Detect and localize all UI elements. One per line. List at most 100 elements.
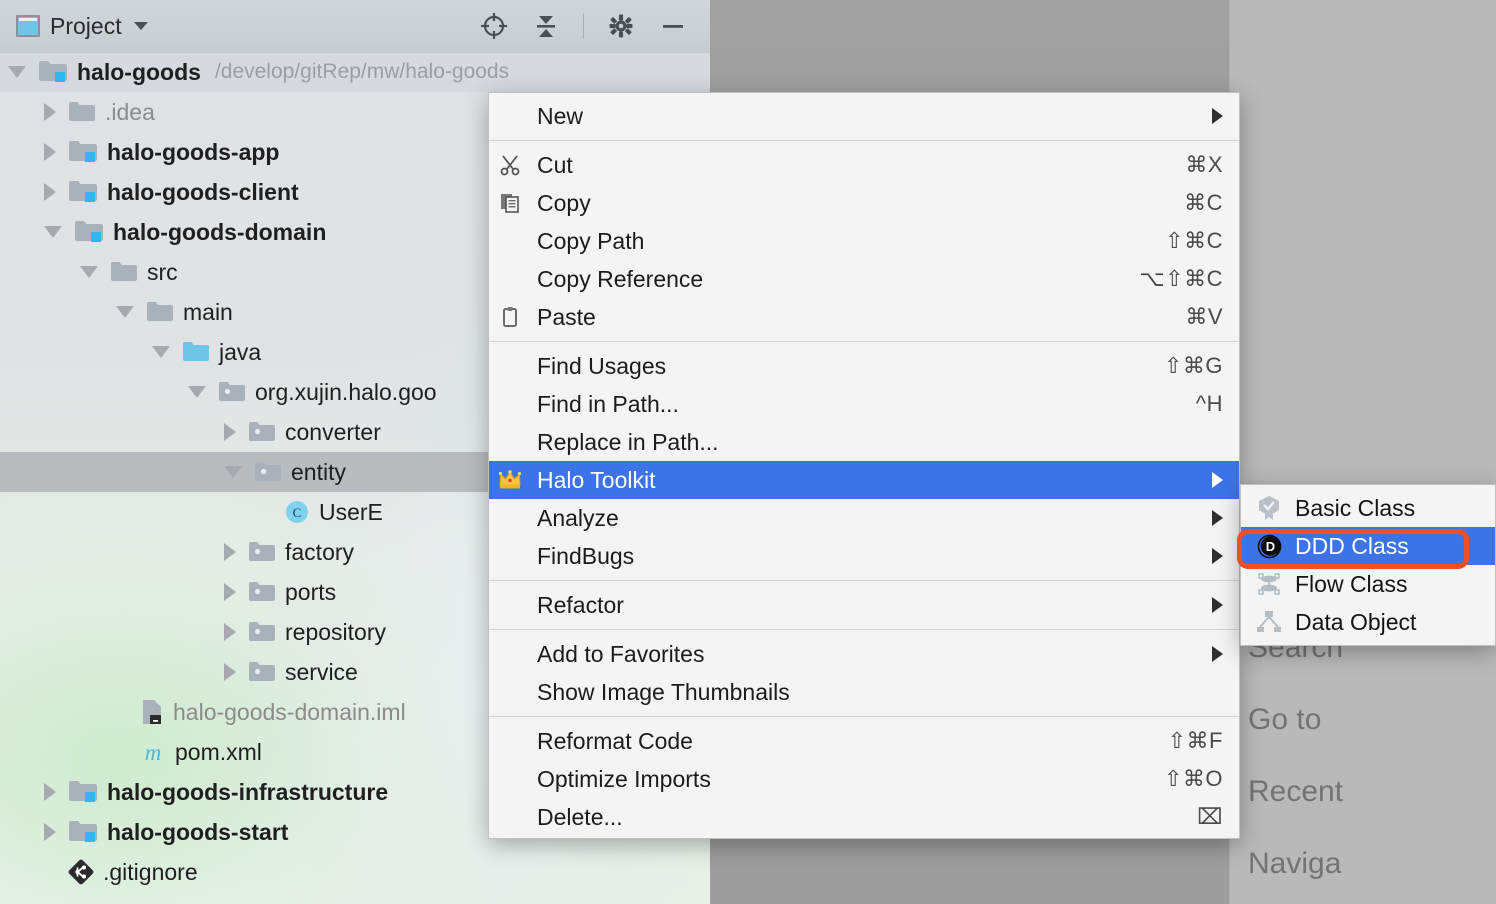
halo-toolkit-submenu[interactable]: Basic Class D DDD Class Flow Class Data Obje… [1240, 484, 1496, 646]
background-popup-row-navigate: Naviga [1230, 828, 1496, 900]
menu-item-label: Analyze [537, 504, 619, 531]
background-popup-label: Naviga [1248, 847, 1342, 880]
crown-icon [497, 469, 523, 491]
menu-item-shortcut: ⇧⌘O [1163, 766, 1223, 791]
submenu-arrow-icon [1212, 646, 1223, 662]
menu-item-label: Replace in Path... [537, 428, 719, 455]
tree-arrow-placeholder [44, 872, 56, 873]
menu-item-label: Halo Toolkit [537, 466, 656, 493]
tool-window-title-group[interactable]: Project [0, 13, 148, 40]
menu-item-label: Optimize Imports [537, 765, 711, 792]
tree-collapse-arrow-icon[interactable] [116, 306, 134, 318]
submenu-item-data-object[interactable]: Data Object [1241, 603, 1495, 641]
menu-item-replace-in-path[interactable]: Replace in Path... [489, 423, 1239, 461]
menu-item-shortcut: ⇧⌘F [1167, 728, 1223, 753]
tree-row[interactable]: halo-goods/develop/gitRep/mw/halo-goods [0, 52, 710, 92]
submenu-arrow-icon [1212, 597, 1223, 613]
tree-collapse-arrow-icon[interactable] [224, 466, 242, 478]
submenu-item-ddd-class[interactable]: D DDD Class [1241, 527, 1495, 565]
ddd-class-icon: D [1256, 533, 1282, 559]
chevron-down-icon[interactable] [133, 22, 148, 30]
svg-text:m: m [145, 740, 162, 765]
tree-expand-arrow-icon[interactable] [224, 663, 236, 681]
java-class-icon: C [284, 499, 310, 525]
tool-window-actions [479, 11, 710, 41]
background-popup-label: Recent [1248, 775, 1344, 808]
gear-icon[interactable] [606, 11, 636, 41]
menu-item-copy[interactable]: Copy ⌘C [489, 184, 1239, 222]
submenu-arrow-icon [1212, 548, 1223, 564]
menu-item-copy-reference[interactable]: Copy Reference ⌥⇧⌘C [489, 260, 1239, 298]
menu-separator [489, 140, 1239, 141]
tree-expand-arrow-icon[interactable] [44, 103, 56, 121]
menu-item-shortcut: ⌥⇧⌘C [1139, 266, 1223, 291]
tree-collapse-arrow-icon[interactable] [152, 346, 170, 358]
basic-class-icon [1255, 495, 1283, 521]
submenu-item-basic-class[interactable]: Basic Class [1241, 489, 1495, 527]
tree-row-label: halo-goods-infrastructure [107, 778, 389, 805]
tree-expand-arrow-icon[interactable] [224, 583, 236, 601]
scissors-icon [497, 154, 523, 176]
tree-row-label: halo-goods-domain.iml [173, 698, 406, 725]
data-object-icon [1255, 610, 1283, 634]
menu-item-label: Cut [537, 151, 573, 178]
collapse-all-icon[interactable] [531, 11, 561, 41]
clipboard-icon [497, 306, 523, 328]
menu-item-cut[interactable]: Cut ⌘X [489, 146, 1239, 184]
menu-item-analyze[interactable]: Analyze [489, 499, 1239, 537]
tree-row-label: UserE [319, 498, 383, 525]
tree-row[interactable]: .gitignore [0, 852, 710, 892]
tree-expand-arrow-icon[interactable] [224, 423, 236, 441]
submenu-item-flow-class[interactable]: Flow Class [1241, 565, 1495, 603]
tree-expand-arrow-icon[interactable] [44, 823, 56, 841]
tree-row-label: repository [285, 618, 386, 645]
package-icon [248, 540, 276, 564]
tree-expand-arrow-icon[interactable] [224, 623, 236, 641]
select-opened-file-icon[interactable] [479, 11, 509, 41]
flow-class-icon [1256, 571, 1282, 597]
tree-collapse-arrow-icon[interactable] [8, 66, 26, 78]
menu-separator [489, 629, 1239, 630]
tree-expand-arrow-icon[interactable] [44, 783, 56, 801]
tree-expand-arrow-icon[interactable] [44, 183, 56, 201]
package-icon [248, 580, 276, 604]
menu-item-refactor[interactable]: Refactor [489, 586, 1239, 624]
tree-arrow-placeholder [260, 512, 272, 513]
ddd-class-icon: D [1255, 533, 1283, 559]
menu-item-paste[interactable]: Paste ⌘V [489, 298, 1239, 336]
tree-row-label: main [183, 298, 233, 325]
minimize-icon[interactable] [658, 11, 688, 41]
menu-item-halo-toolkit[interactable]: Halo Toolkit [489, 461, 1239, 499]
submenu-item-label: Basic Class [1295, 494, 1416, 521]
module-folder-icon [68, 179, 98, 205]
module-folder-icon [68, 139, 98, 165]
folder-icon [110, 260, 138, 284]
submenu-arrow-icon [1212, 108, 1223, 124]
context-menu[interactable]: New Cut ⌘X Copy ⌘C Copy Path ⇧⌘C Copy Reference… [488, 92, 1240, 839]
menu-item-find-usages[interactable]: Find Usages ⇧⌘G [489, 347, 1239, 385]
iml-file-icon [140, 698, 164, 726]
tree-collapse-arrow-icon[interactable] [80, 266, 98, 278]
tree-row-label: halo-goods [77, 58, 201, 85]
menu-item-add-to-favorites[interactable]: Add to Favorites [489, 635, 1239, 673]
menu-item-findbugs[interactable]: FindBugs [489, 537, 1239, 575]
menu-item-copy-path[interactable]: Copy Path ⇧⌘C [489, 222, 1239, 260]
menu-item-optimize-imports[interactable]: Optimize Imports ⇧⌘O [489, 760, 1239, 798]
tree-collapse-arrow-icon[interactable] [44, 226, 62, 238]
menu-item-reformat-code[interactable]: Reformat Code ⇧⌘F [489, 722, 1239, 760]
tree-collapse-arrow-icon[interactable] [188, 386, 206, 398]
svg-text:C: C [293, 505, 302, 520]
menu-item-new[interactable]: New [489, 97, 1239, 135]
tree-row-label: converter [285, 418, 381, 445]
module-folder-icon [38, 59, 68, 85]
menu-item-show-image-thumbnails[interactable]: Show Image Thumbnails [489, 673, 1239, 711]
copy-icon [499, 192, 521, 214]
tree-row-label: src [147, 258, 178, 285]
tree-expand-arrow-icon[interactable] [224, 543, 236, 561]
menu-item-find-in-path[interactable]: Find in Path... ^H [489, 385, 1239, 423]
menu-item-delete[interactable]: Delete... ⌧ [489, 798, 1239, 836]
tree-expand-arrow-icon[interactable] [44, 143, 56, 161]
menu-item-label: Delete... [537, 803, 623, 830]
package-icon [218, 380, 246, 404]
tree-row-label: entity [291, 458, 346, 485]
